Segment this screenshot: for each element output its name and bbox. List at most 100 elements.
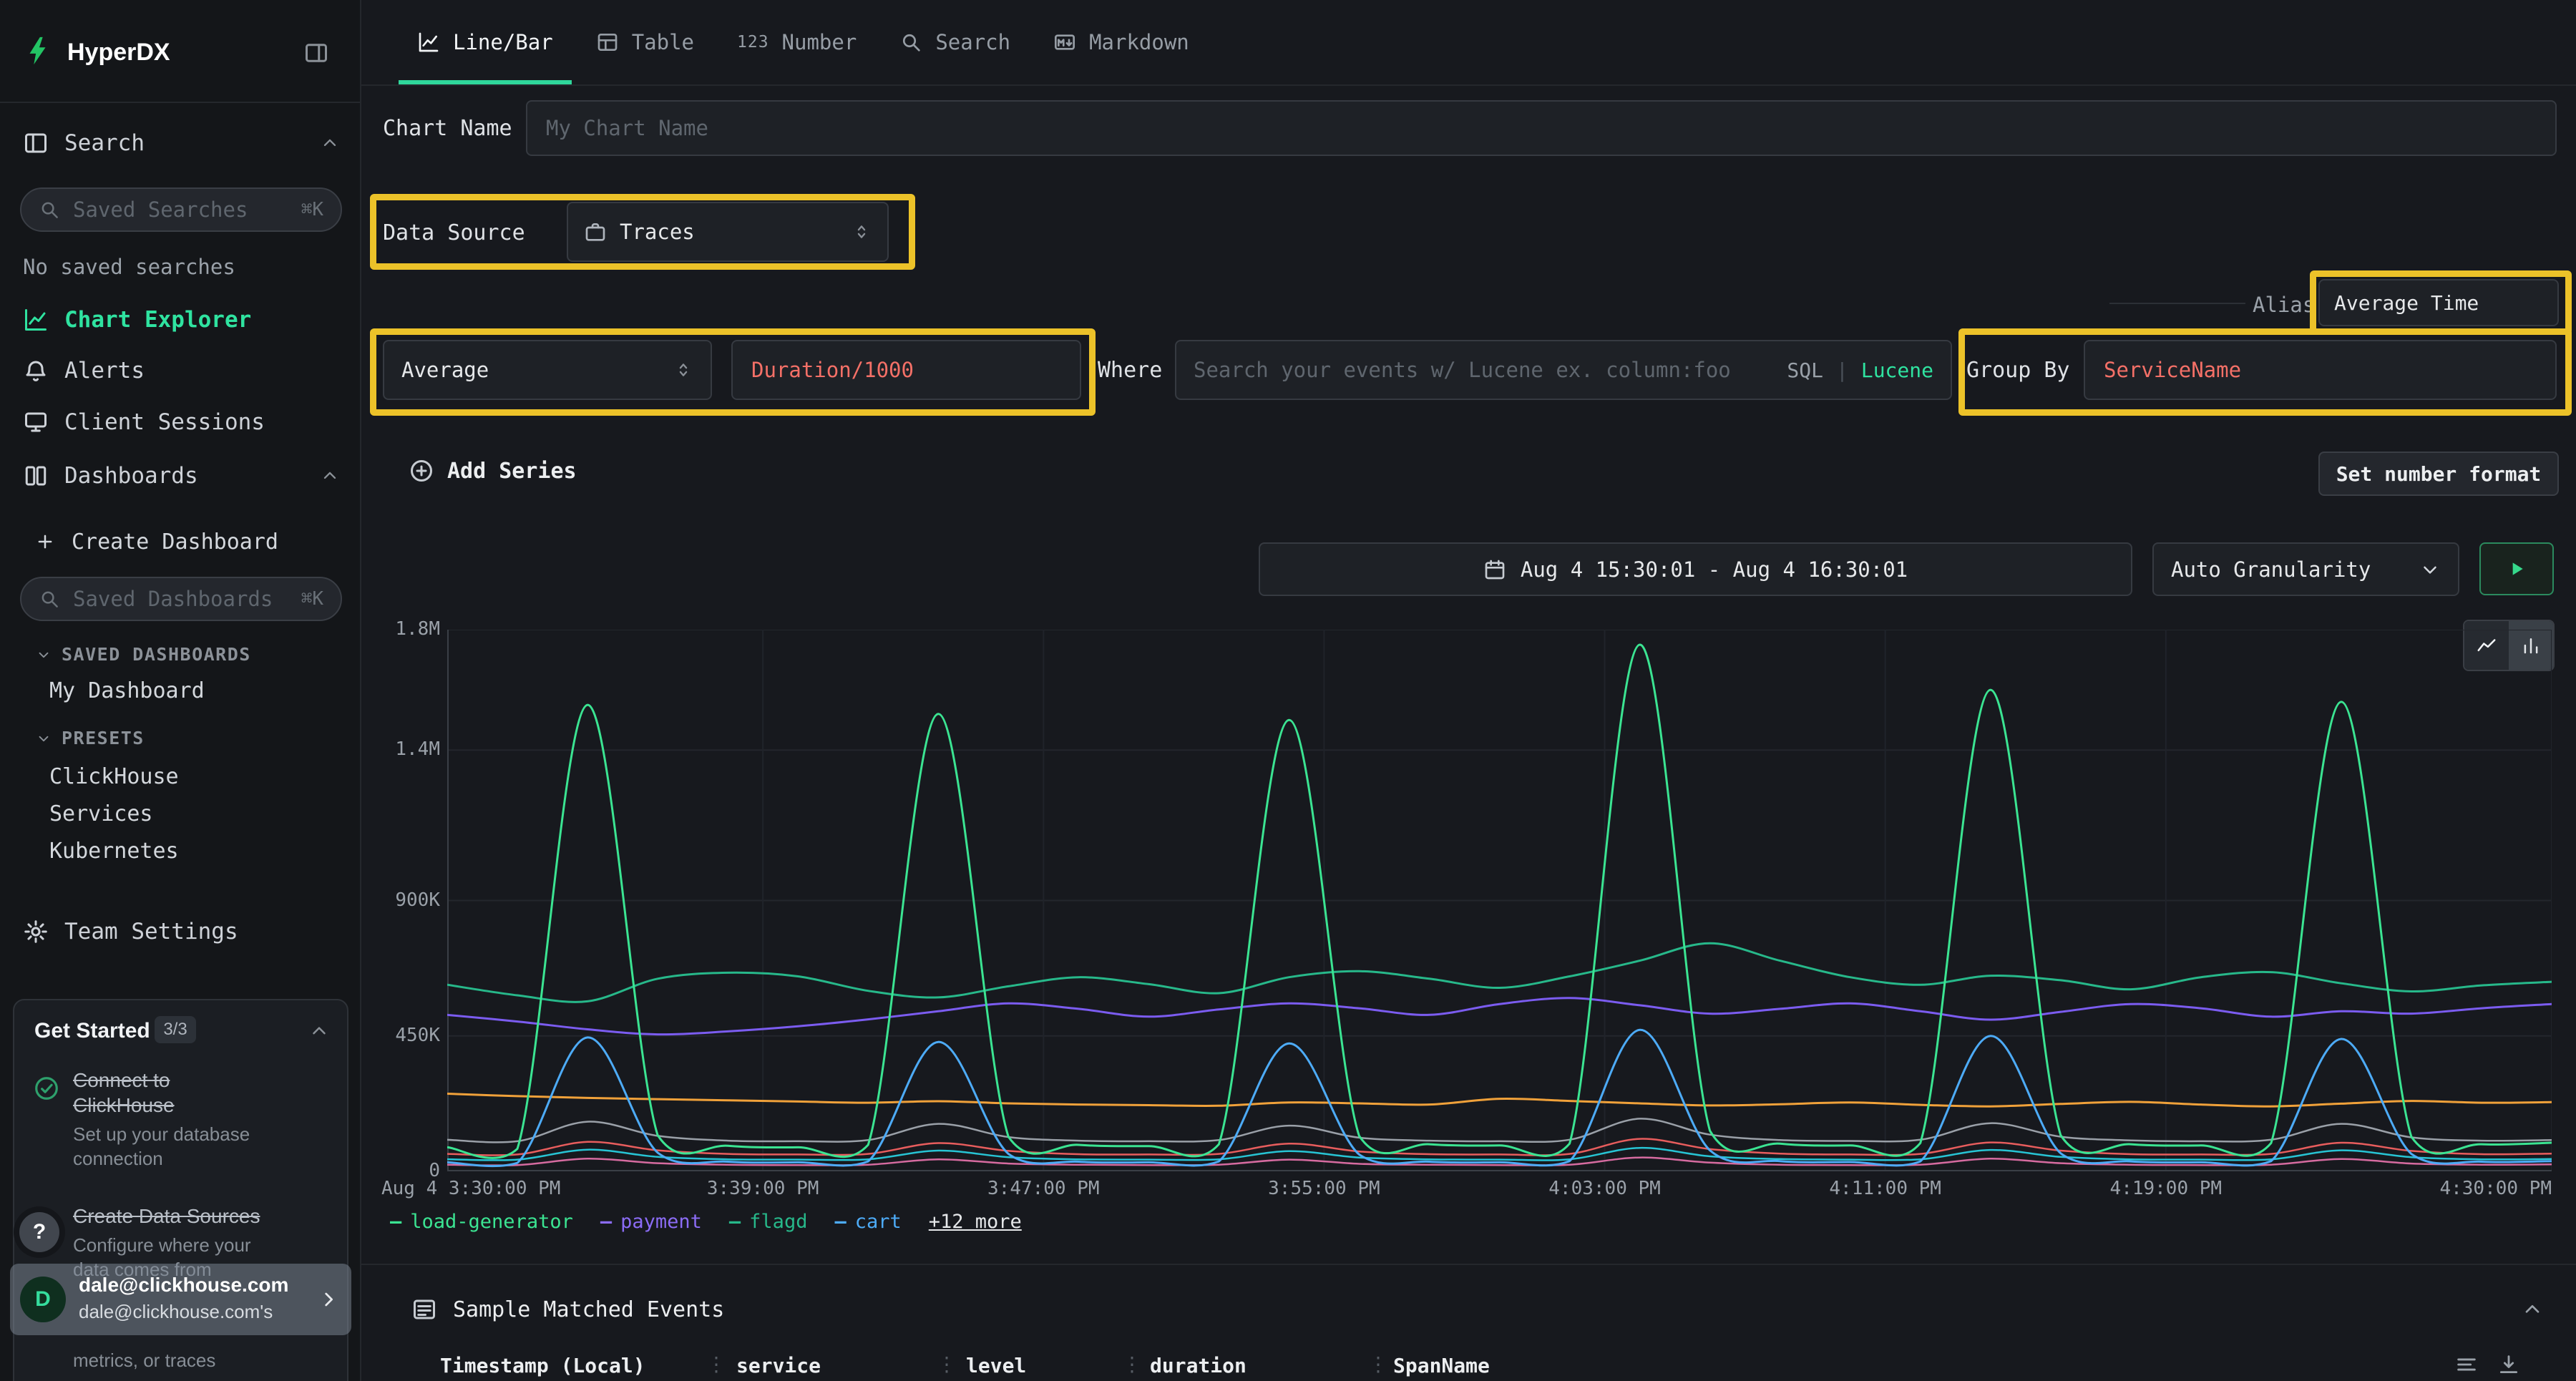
dashboard-link-kubernetes[interactable]: Kubernetes [49,839,179,864]
legend-item-flagd[interactable]: —flagd [729,1211,808,1233]
timeseries-chart[interactable] [447,630,2552,1171]
sql-mode-toggle[interactable]: SQL [1787,358,1823,382]
monitor-icon [23,409,49,435]
column-header-service[interactable]: service [736,1354,821,1377]
dashboard-link-clickhouse[interactable]: ClickHouse [49,764,179,789]
dashboard-link-services[interactable]: Services [49,801,153,826]
data-source-select[interactable]: Traces [567,202,889,262]
legend-item-payment[interactable]: —payment [600,1211,702,1233]
legend-label: load-generator [410,1211,573,1233]
sidebar-item-team-settings[interactable]: Team Settings [23,917,340,946]
mode-divider: | [1836,358,1848,382]
x-axis-label: 4:30:00 PM [2439,1178,2552,1199]
chevron-up-icon[interactable] [320,466,340,486]
where-label: Where [1098,358,1162,383]
column-header-spanname[interactable]: SpanName [1393,1354,1490,1377]
x-axis-label: 4:19:00 PM [2110,1178,2223,1199]
x-axis-label: 3:47:00 PM [987,1178,1100,1199]
chevron-right-icon [317,1288,340,1311]
sidebar-divider [0,102,361,103]
tab-table[interactable]: Table [577,0,713,84]
tab-markdown[interactable]: Markdown [1035,0,1208,84]
column-resize-handle[interactable]: ⋮ [937,1352,957,1376]
sidebar-section-search[interactable]: Search [23,129,340,157]
sidebar-item-label: Chart Explorer [64,307,340,333]
data-source-value: Traces [620,220,839,244]
saved-dashboards-input[interactable]: ⌘K [20,577,342,621]
column-resize-handle[interactable]: ⋮ [1122,1352,1142,1376]
legend-show-more-link[interactable]: +12 more [929,1211,1022,1233]
column-resize-handle[interactable]: ⋮ [706,1352,726,1376]
sidebar-item-client-sessions[interactable]: Client Sessions [23,408,340,436]
download-icon[interactable] [2497,1352,2521,1377]
lucene-mode-toggle[interactable]: Lucene [1861,358,1933,382]
plus-icon [34,531,56,552]
y-axis-label: 1.8M [361,618,440,640]
aggregation-select[interactable]: Average [383,340,712,400]
get-started-title: Get Started [34,1019,150,1043]
column-header-level[interactable]: level [966,1354,1026,1377]
add-series-button[interactable]: Add Series [409,458,577,484]
app-root: HyperDX Search ⌘K No saved searches Char… [0,0,2576,1381]
granularity-select[interactable]: Auto Granularity [2152,542,2459,596]
run-query-button[interactable] [2479,542,2554,595]
sample-events-header[interactable]: Sample Matched Events [411,1297,724,1322]
aggregation-field-input[interactable]: Duration/1000 [731,340,1081,400]
sidebar-item-dashboards[interactable]: Dashboards [23,462,340,490]
search-section-label: Search [64,130,304,156]
collapse-sidebar-icon[interactable] [303,40,329,66]
tab-line-bar[interactable]: Line/Bar [399,0,572,84]
where-search-field[interactable] [1194,358,1774,382]
chart-name-field[interactable] [546,116,2537,140]
collapse-events-icon[interactable] [2521,1298,2544,1321]
calendar-icon [1483,558,1506,581]
chart-name-input[interactable] [526,100,2557,156]
set-number-format-button[interactable]: Set number format [2318,452,2559,496]
dashboard-link-my-dashboard[interactable]: My Dashboard [49,678,205,703]
where-search-input[interactable]: SQL | Lucene [1175,340,1952,400]
x-axis-label: 3:39:00 PM [707,1178,819,1199]
sidebar-item-chart-explorer[interactable]: Chart Explorer [23,306,340,334]
events-list-icon [411,1297,437,1322]
app-logo-text: HyperDX [67,39,170,67]
saved-searches-input[interactable]: ⌘K [20,187,342,232]
get-started-item[interactable]: Connect to ClickHouseSet up your databas… [73,1068,266,1171]
y-axis-label: 900K [361,889,440,911]
create-dashboard-button[interactable]: Create Dashboard [34,527,340,556]
column-header-timestamp-local[interactable]: Timestamp (Local) [440,1354,645,1377]
play-icon [2505,557,2528,580]
chevron-up-icon[interactable] [308,1020,330,1042]
tab-number[interactable]: 123Number [718,0,875,84]
group-by-input[interactable]: ServiceName [2084,340,2557,400]
alias-input[interactable]: Average Time [2318,279,2559,326]
chart-type-tabbar: Line/BarTable123Number Search Markdown [361,0,2576,86]
sidebar-item-alerts[interactable]: Alerts [23,356,340,385]
column-header-duration[interactable]: duration [1150,1354,1246,1377]
saved-searches-field[interactable] [73,197,288,222]
tab-label: Search [935,30,1010,54]
aggregation-value: Average [401,358,673,382]
tab-search[interactable]: Search [881,0,1029,84]
help-button[interactable]: ? [19,1212,59,1252]
legend-more-label: +12 more [929,1211,1022,1233]
chevron-up-icon[interactable] [320,133,340,153]
column-resize-handle[interactable]: ⋮ [1368,1352,1388,1376]
search-icon [899,31,922,54]
group-header-presets[interactable]: PRESETS [36,728,145,748]
column-options-icon[interactable] [2454,1352,2479,1377]
legend-item-cart[interactable]: —cart [834,1211,901,1233]
chevron-down-icon [2419,559,2441,580]
select-updown-icon [673,360,693,380]
search-section-icon [23,130,49,156]
kbd-shortcut: ⌘K [301,199,323,220]
legend-item-load-generator[interactable]: — load-generator [390,1211,573,1233]
team-settings-label: Team Settings [64,919,340,945]
legend-label: cart [855,1211,902,1233]
alias-label: Alias [2253,293,2315,317]
legend-dash: — [390,1211,401,1233]
group-header-saved-dashboards[interactable]: SAVED DASHBOARDS [36,644,251,665]
saved-dashboards-field[interactable] [73,587,288,611]
user-account-chip[interactable]: D dale@clickhouse.com dale@clickhouse.co… [10,1264,351,1335]
time-range-picker[interactable]: Aug 4 15:30:01 - Aug 4 16:30:01 [1259,542,2132,596]
chevron-down-icon [36,731,52,746]
